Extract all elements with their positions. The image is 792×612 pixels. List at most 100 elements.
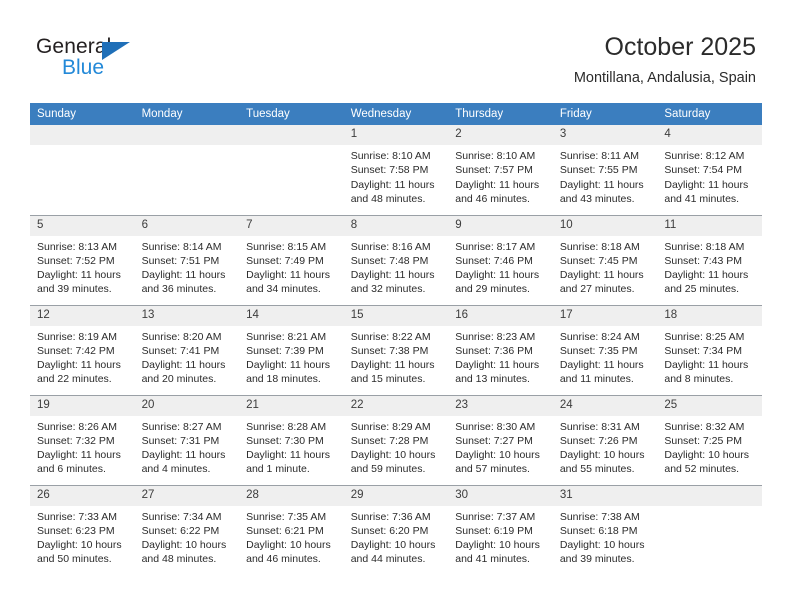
day-cell[interactable]: 24 Sunrise: 8:31 AM Sunset: 7:26 PM Dayl… [552, 394, 658, 485]
day-number: 9 [448, 215, 553, 236]
day-number: 19 [30, 395, 135, 416]
day-cell[interactable]: 15 Sunrise: 8:22 AM Sunset: 7:38 PM Dayl… [343, 304, 449, 395]
day-cell[interactable]: 8 Sunrise: 8:16 AM Sunset: 7:48 PM Dayli… [343, 214, 449, 305]
sunset-text: Sunset: 7:30 PM [246, 434, 324, 447]
sunrise-text: Sunrise: 8:20 AM [141, 330, 222, 343]
daylight-text-line2: and 13 minutes. [455, 373, 530, 386]
day-number: 31 [552, 485, 658, 506]
day-number: 23 [448, 395, 553, 416]
daylight-text-line2: and 22 minutes. [37, 373, 112, 386]
day-cell[interactable]: 17 Sunrise: 8:24 AM Sunset: 7:35 PM Dayl… [552, 304, 658, 395]
day-details: Sunrise: 7:37 AM Sunset: 6:19 PM Dayligh… [448, 506, 553, 567]
day-cell[interactable]: 19 Sunrise: 8:26 AM Sunset: 7:32 PM Dayl… [30, 394, 135, 485]
day-cell[interactable]: 5 Sunrise: 8:13 AM Sunset: 7:52 PM Dayli… [30, 214, 135, 305]
daylight-text-line1: Daylight: 11 hours [246, 449, 330, 462]
day-cell[interactable]: 30 Sunrise: 7:37 AM Sunset: 6:19 PM Dayl… [448, 484, 553, 575]
day-cell[interactable]: 10 Sunrise: 8:18 AM Sunset: 7:45 PM Dayl… [552, 214, 658, 305]
day-number [657, 485, 762, 506]
day-cell[interactable]: 6 Sunrise: 8:14 AM Sunset: 7:51 PM Dayli… [134, 214, 240, 305]
day-details [30, 145, 135, 149]
sunset-text: Sunset: 7:52 PM [37, 254, 115, 267]
day-cell[interactable]: 21 Sunrise: 8:28 AM Sunset: 7:30 PM Dayl… [239, 394, 344, 485]
sunrise-text: Sunrise: 8:23 AM [455, 330, 536, 343]
day-cell[interactable]: 29 Sunrise: 7:36 AM Sunset: 6:20 PM Dayl… [343, 484, 449, 575]
day-details [657, 506, 762, 510]
daylight-text-line1: Daylight: 10 hours [246, 539, 331, 552]
day-cell[interactable]: 9 Sunrise: 8:17 AM Sunset: 7:46 PM Dayli… [448, 214, 553, 305]
day-cell[interactable]: 11 Sunrise: 8:18 AM Sunset: 7:43 PM Dayl… [657, 214, 762, 305]
day-cell[interactable]: 31 Sunrise: 7:38 AM Sunset: 6:18 PM Dayl… [552, 484, 658, 575]
day-cell[interactable]: 26 Sunrise: 7:33 AM Sunset: 6:23 PM Dayl… [30, 484, 135, 575]
day-cell[interactable] [657, 484, 762, 575]
sunrise-text: Sunrise: 8:32 AM [664, 420, 745, 433]
day-details: Sunrise: 8:17 AM Sunset: 7:46 PM Dayligh… [448, 236, 553, 297]
day-details: Sunrise: 8:15 AM Sunset: 7:49 PM Dayligh… [239, 236, 344, 297]
day-number: 30 [448, 485, 553, 506]
day-cell[interactable] [134, 125, 240, 215]
day-number: 2 [448, 125, 553, 145]
day-cell[interactable]: 18 Sunrise: 8:25 AM Sunset: 7:34 PM Dayl… [657, 304, 762, 395]
page-title: October 2025 [604, 33, 757, 61]
sunrise-text: Sunrise: 7:35 AM [246, 510, 327, 523]
day-number: 14 [239, 305, 344, 326]
day-cell[interactable]: 7 Sunrise: 8:15 AM Sunset: 7:49 PM Dayli… [239, 214, 344, 305]
sunset-text: Sunset: 6:19 PM [455, 524, 533, 537]
daylight-text-line2: and 8 minutes. [664, 373, 734, 386]
day-number: 20 [134, 395, 240, 416]
day-cell[interactable]: 20 Sunrise: 8:27 AM Sunset: 7:31 PM Dayl… [134, 394, 240, 485]
weekday-header-row: Sunday Monday Tuesday Wednesday Thursday… [30, 103, 762, 125]
day-cell[interactable]: 27 Sunrise: 7:34 AM Sunset: 6:22 PM Dayl… [134, 484, 240, 575]
day-details: Sunrise: 8:14 AM Sunset: 7:51 PM Dayligh… [135, 236, 240, 297]
day-cell[interactable] [239, 125, 344, 215]
day-cell[interactable]: 13 Sunrise: 8:20 AM Sunset: 7:41 PM Dayl… [134, 304, 240, 395]
sunset-text: Sunset: 7:51 PM [141, 254, 220, 267]
sunrise-text: Sunrise: 8:12 AM [664, 150, 745, 162]
day-details: Sunrise: 8:18 AM Sunset: 7:45 PM Dayligh… [553, 236, 658, 297]
daylight-text-line1: Daylight: 11 hours [141, 449, 226, 462]
day-number: 5 [30, 215, 135, 236]
day-details: Sunrise: 8:21 AM Sunset: 7:39 PM Dayligh… [239, 326, 344, 387]
day-cell[interactable]: 23 Sunrise: 8:30 AM Sunset: 7:27 PM Dayl… [448, 394, 553, 485]
sunset-text: Sunset: 7:31 PM [141, 434, 220, 447]
day-details: Sunrise: 8:24 AM Sunset: 7:35 PM Dayligh… [553, 326, 658, 387]
sunset-text: Sunset: 7:39 PM [246, 344, 324, 357]
day-cell[interactable]: 1 Sunrise: 8:10 AM Sunset: 7:58 PM Dayli… [343, 125, 449, 215]
day-cell[interactable]: 16 Sunrise: 8:23 AM Sunset: 7:36 PM Dayl… [448, 304, 553, 395]
daylight-text-line2: and 11 minutes. [559, 373, 634, 386]
day-cell[interactable]: 2 Sunrise: 8:10 AM Sunset: 7:57 PM Dayli… [448, 125, 553, 215]
day-cell[interactable]: 12 Sunrise: 8:19 AM Sunset: 7:42 PM Dayl… [30, 304, 135, 395]
generalblue-logo[interactable]: General Blue [36, 36, 176, 84]
logo-text-general: General [36, 35, 112, 58]
daylight-text-line2: and 57 minutes. [455, 463, 530, 476]
sunset-text: Sunset: 7:32 PM [37, 434, 115, 447]
sunrise-text: Sunrise: 8:15 AM [246, 240, 327, 253]
day-cell[interactable]: 22 Sunrise: 8:29 AM Sunset: 7:28 PM Dayl… [343, 394, 449, 485]
day-details: Sunrise: 8:29 AM Sunset: 7:28 PM Dayligh… [344, 416, 449, 477]
daylight-text-line2: and 43 minutes. [559, 192, 635, 205]
day-details: Sunrise: 8:20 AM Sunset: 7:41 PM Dayligh… [135, 326, 240, 387]
sunset-text: Sunset: 6:18 PM [559, 524, 638, 537]
day-number: 6 [134, 215, 240, 236]
day-details: Sunrise: 7:34 AM Sunset: 6:22 PM Dayligh… [135, 506, 240, 567]
day-cell[interactable] [30, 125, 135, 215]
day-details: Sunrise: 8:18 AM Sunset: 7:43 PM Dayligh… [657, 236, 762, 297]
daylight-text-line1: Daylight: 11 hours [37, 449, 121, 462]
sunset-text: Sunset: 7:46 PM [455, 254, 533, 267]
day-cell[interactable]: 3 Sunrise: 8:11 AM Sunset: 7:55 PM Dayli… [552, 125, 658, 215]
daylight-text-line2: and 39 minutes. [559, 553, 635, 566]
daylight-text-line1: Daylight: 10 hours [37, 539, 122, 552]
day-cell[interactable]: 14 Sunrise: 8:21 AM Sunset: 7:39 PM Dayl… [239, 304, 344, 395]
sunset-text: Sunset: 7:28 PM [350, 434, 429, 447]
day-cell[interactable]: 25 Sunrise: 8:32 AM Sunset: 7:25 PM Dayl… [657, 394, 762, 485]
daylight-text-line1: Daylight: 11 hours [141, 359, 226, 372]
sunset-text: Sunset: 7:54 PM [664, 164, 743, 177]
sunset-text: Sunset: 7:36 PM [455, 344, 533, 357]
day-number: 21 [239, 395, 344, 416]
sunset-text: Sunset: 7:58 PM [350, 164, 429, 177]
day-cell[interactable]: 28 Sunrise: 7:35 AM Sunset: 6:21 PM Dayl… [239, 484, 344, 575]
daylight-text-line1: Daylight: 10 hours [559, 539, 645, 552]
day-cell[interactable]: 4 Sunrise: 8:12 AM Sunset: 7:54 PM Dayli… [657, 125, 762, 215]
sunset-text: Sunset: 7:55 PM [559, 164, 638, 177]
sunrise-text: Sunrise: 8:29 AM [350, 420, 431, 433]
daylight-text-line2: and 39 minutes. [37, 283, 112, 296]
